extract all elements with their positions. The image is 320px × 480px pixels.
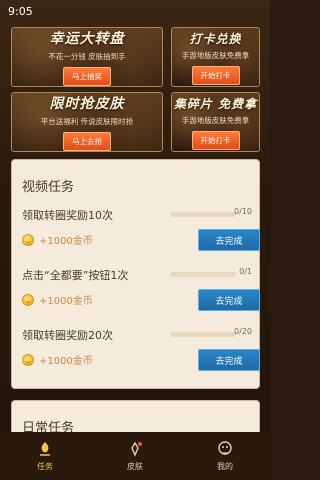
- video-tasks-panel: 视频任务 领取转圈奖励10次 0/10 +1000金币 去完成 点击“全都要”按…: [11, 159, 260, 389]
- skin-icon: [126, 440, 144, 458]
- task-count: 0/1: [239, 267, 252, 276]
- task-item: 点击“全都要”按钮1次 0/1 +1000金币 去完成: [22, 267, 260, 311]
- banner-subtitle: 不花一分钱 皮肤抽到手: [48, 52, 126, 61]
- task-reward: +1000金币: [22, 292, 93, 307]
- banner-subtitle: 手游地版皮肤免费拿: [181, 115, 250, 125]
- go-complete-button[interactable]: 去完成: [198, 289, 260, 311]
- reward-text: +1000金币: [39, 356, 93, 367]
- nav-label: 我的: [217, 462, 233, 471]
- grab-now-button[interactable]: 马上去抢: [63, 132, 111, 151]
- task-item: 领取转圈奖励10次 0/10 +1000金币 去完成: [22, 207, 260, 251]
- task-count: 0/20: [234, 327, 252, 336]
- task-count: 0/10: [234, 207, 252, 216]
- go-complete-button[interactable]: 去完成: [198, 349, 260, 371]
- banner-title: 限时抢皮肤: [49, 96, 125, 112]
- collect-fragments-banner[interactable]: 集碎片 免费拿 手游地版皮肤免费拿 开始打卡: [171, 92, 260, 152]
- go-complete-button[interactable]: 去完成: [198, 229, 260, 251]
- nav-label: 皮肤: [127, 462, 143, 471]
- nav-item-profile[interactable]: 我的: [195, 440, 255, 472]
- coin-icon: [22, 293, 34, 306]
- banner-title: 打卡兑换: [189, 31, 242, 46]
- draw-now-button[interactable]: 马上抽奖: [63, 67, 111, 86]
- coin-icon: [22, 233, 34, 246]
- banner-subtitle: 平台送福利 传说皮肤限时抢: [40, 117, 134, 126]
- banner-subtitle: 手游地版皮肤免费拿: [181, 50, 250, 60]
- status-time: 9:05: [8, 4, 33, 18]
- nav-item-skins[interactable]: 皮肤: [105, 440, 165, 472]
- checkin-exchange-banner[interactable]: 打卡兑换 手游地版皮肤免费拿 开始打卡: [171, 27, 260, 87]
- banner-title: 集碎片 免费拿: [173, 96, 258, 111]
- reward-text: +1000金币: [39, 296, 93, 307]
- task-reward: +1000金币: [22, 232, 93, 247]
- reward-text: +1000金币: [39, 236, 93, 247]
- status-bar: 9:05: [0, 0, 270, 22]
- panel-title: 视频任务: [22, 180, 75, 195]
- nav-label: 任务: [37, 462, 53, 471]
- lucky-wheel-banner[interactable]: 幸运大转盘 不花一分钱 皮肤抽到手 马上抽奖: [11, 27, 163, 87]
- task-progress-bar: [170, 212, 236, 217]
- banner-title: 幸运大转盘: [49, 31, 125, 47]
- nav-item-tasks[interactable]: 任务: [15, 440, 75, 472]
- coin-icon: [22, 353, 34, 366]
- task-progress-bar: [170, 272, 236, 277]
- bottom-nav: 任务 皮肤 我的: [0, 432, 270, 480]
- profile-icon: [216, 440, 234, 458]
- task-item: 领取转圈奖励20次 0/20 +1000金币 去完成: [22, 327, 260, 371]
- start-checkin-button[interactable]: 开始打卡: [191, 65, 240, 85]
- task-progress-bar: [170, 332, 236, 337]
- start-checkin-button[interactable]: 开始打卡: [191, 130, 240, 150]
- task-reward: +1000金币: [22, 352, 93, 367]
- limited-skin-banner[interactable]: 限时抢皮肤 平台送福利 传说皮肤限时抢 马上去抢: [11, 92, 163, 152]
- task-icon: [36, 440, 54, 458]
